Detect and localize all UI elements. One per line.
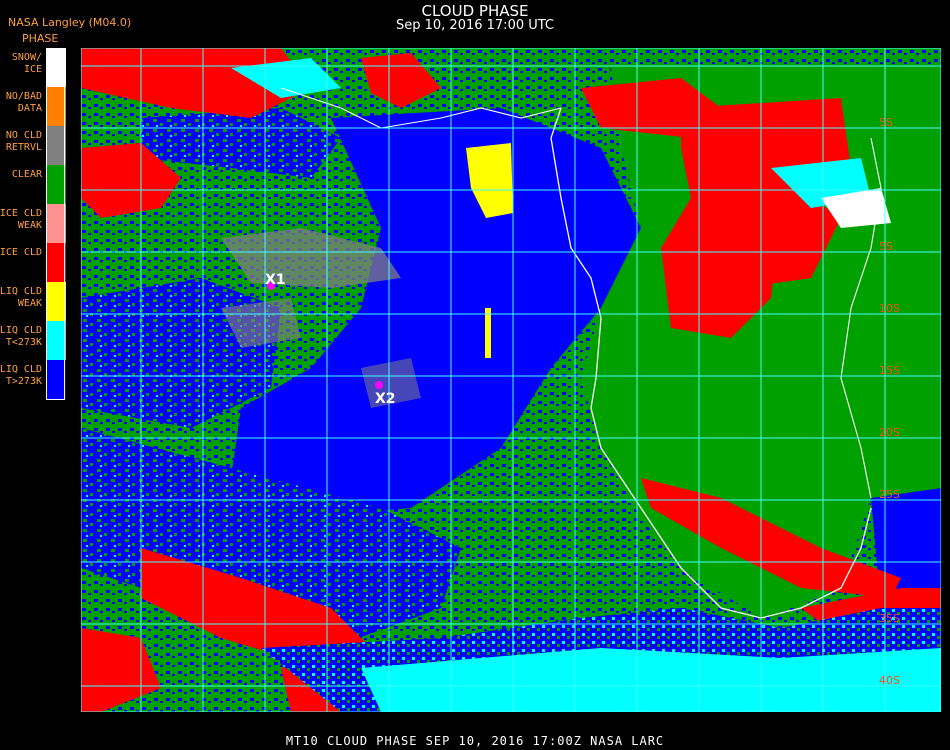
latitude-label: 35S [879,612,900,625]
map-subtitle: Sep 10, 2016 17:00 UTC [395,18,555,33]
latitude-label: 10S [879,302,900,315]
legend-label: NO/BAD DATA [5,91,42,114]
legend-swatch [47,360,66,400]
legend-label: LIQ CLD T>273K [0,364,42,387]
legend-swatch [47,282,66,321]
legend-item-snow-ice: SNOW/ICE [0,48,66,87]
legend-swatch [47,48,66,87]
legend-item-no-bad-data: NO/BAD DATA [0,87,66,126]
cloud-phase-map: 5S 5S 10S 15S 20S 25S 35S 40S X1 X2 [81,48,941,712]
legend-label: LIQ CLD WEAK [0,286,42,309]
marker-x1-label: X1 [265,272,286,288]
legend-item-ice-cld: ICE CLD [0,243,66,282]
legend-swatch [47,165,66,204]
legend-label: ICE CLD [0,247,42,258]
legend-label: LIQ CLD T<273K [0,325,42,348]
marker-x2-label: X2 [375,391,396,407]
legend-swatch [47,204,66,243]
legend-swatch [47,321,66,360]
latitude-label: 25S [879,488,900,501]
legend-label: CLEAR [11,169,42,180]
legend-swatch [47,126,66,165]
region-liq-weak-2 [485,308,491,358]
legend-title: PHASE [22,32,59,45]
legend-item-liq-cld-warm: LIQ CLD T>273K [0,360,66,400]
latitude-label: 20S [879,426,900,439]
footer-caption: MT10 CLOUD PHASE SEP 10, 2016 17:00Z NAS… [285,734,665,748]
latitude-label: 15S [879,364,900,377]
legend-item-ice-cld-weak: ICE CLD WEAK [0,204,66,243]
legend-swatch [47,243,66,282]
latitude-label: 40S [879,674,900,687]
marker-x1: X1 [265,272,286,290]
legend-label: ICE CLD WEAK [0,208,42,231]
legend-item-clear: CLEAR [0,165,66,204]
legend-label: NO CLD RETRVL [5,130,42,153]
legend-item-liq-cld-weak: LIQ CLD WEAK [0,282,66,321]
legend-item-liq-cld-cold: LIQ CLD T<273K [0,321,66,360]
legend-label: SNOW/ICE [11,52,42,75]
latitude-label: 5S [879,240,893,253]
legend-item-no-cld-retrvl: NO CLD RETRVL [0,126,66,165]
latitude-label: 5S [879,116,893,129]
legend-swatch [47,87,66,126]
